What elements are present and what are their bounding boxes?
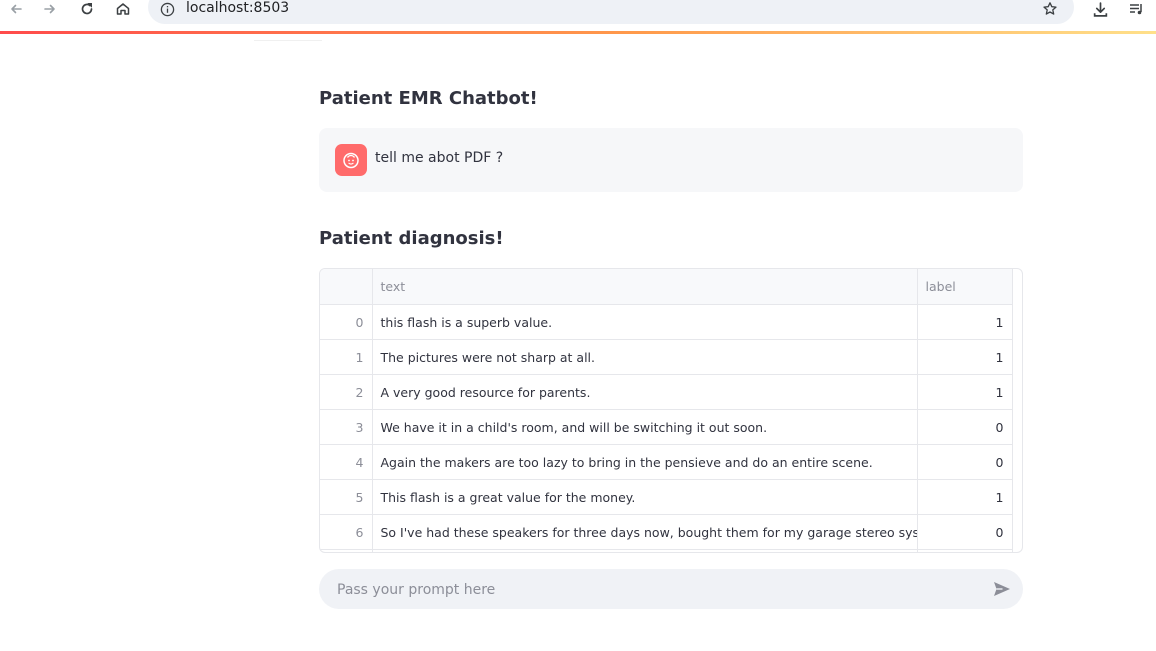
send-button[interactable] [991,578,1013,600]
browser-toolbar: localhost:8503 [0,0,1156,32]
column-header-index[interactable] [320,269,373,305]
diagnosis-dataframe[interactable]: text label 0 this flash is a superb valu… [319,268,1023,553]
table-row [320,549,1013,552]
site-info-icon[interactable] [158,0,176,18]
table-row: 2 A very good resource for parents. 1 [320,374,1013,410]
cell-label[interactable]: 1 [917,374,1013,410]
user-avatar [335,144,367,176]
column-header-text[interactable]: text [372,269,918,305]
divider [254,40,322,41]
row-index: 5 [320,479,373,515]
cell-text[interactable] [372,549,918,552]
chat-title: Patient EMR Chatbot! [319,88,538,109]
app-decoration-bar [0,31,1156,34]
send-icon [994,582,1010,596]
row-index: 2 [320,374,373,410]
cell-text[interactable]: This flash is a great value for the mone… [372,479,918,515]
prompt-input[interactable] [335,569,979,611]
download-icon[interactable] [1090,0,1110,18]
message-text: tell me abot PDF ? [375,150,504,166]
bookmark-star-icon[interactable] [1040,0,1060,18]
media-controls-icon[interactable] [1126,0,1146,18]
user-face-icon [343,152,359,169]
reload-icon[interactable] [75,0,99,18]
cell-text[interactable]: this flash is a superb value. [372,304,918,340]
row-index: 1 [320,339,373,375]
back-icon[interactable] [4,0,28,18]
cell-label[interactable]: 1 [917,339,1013,375]
row-index: 4 [320,444,373,480]
table-row: 1 The pictures were not sharp at all. 1 [320,339,1013,375]
home-icon[interactable] [111,0,135,18]
column-header-label[interactable]: label [917,269,1013,305]
table-row: 5 This flash is a great value for the mo… [320,479,1013,515]
data-table: text label 0 this flash is a superb valu… [320,269,1013,552]
table-row: 0 this flash is a superb value. 1 [320,304,1013,340]
cell-text[interactable]: Again the makers are too lazy to bring i… [372,444,918,480]
table-header-row: text label [320,269,1013,305]
chat-input-container [319,569,1023,611]
forward-icon[interactable] [38,0,62,18]
table-row: 6 So I've had these speakers for three d… [320,514,1013,550]
cell-text[interactable]: We have it in a child's room, and will b… [372,409,918,445]
chat-message: tell me abot PDF ? [319,128,1023,192]
cell-text[interactable]: So I've had these speakers for three day… [372,514,918,550]
url-text[interactable]: localhost:8503 [186,0,289,17]
row-index [320,549,373,552]
table-row: 4 Again the makers are too lazy to bring… [320,444,1013,480]
cell-text[interactable]: The pictures were not sharp at all. [372,339,918,375]
cell-label[interactable]: 1 [917,304,1013,340]
row-index: 6 [320,514,373,550]
cell-text[interactable]: A very good resource for parents. [372,374,918,410]
row-index: 3 [320,409,373,445]
table-row: 3 We have it in a child's room, and will… [320,409,1013,445]
diagnosis-title: Patient diagnosis! [319,228,504,249]
cell-label[interactable]: 0 [917,514,1013,550]
row-index: 0 [320,304,373,340]
cell-label[interactable]: 1 [917,479,1013,515]
cell-label[interactable]: 0 [917,444,1013,480]
cell-label[interactable] [917,549,1013,552]
cell-label[interactable]: 0 [917,409,1013,445]
